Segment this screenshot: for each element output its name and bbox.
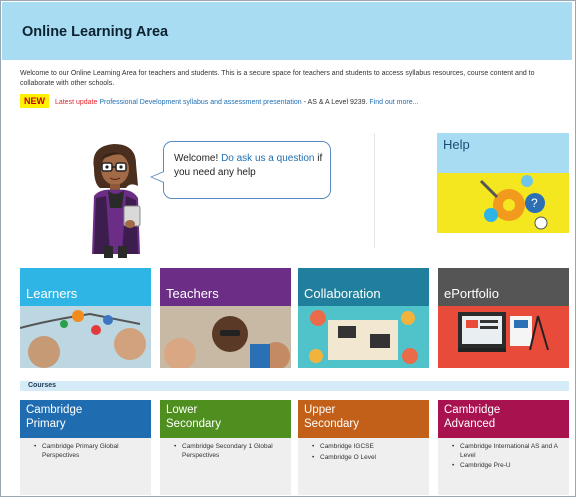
tile-label: Learners <box>26 286 78 301</box>
course-lower-secondary[interactable]: Lower Secondary Cambridge Secondary 1 Gl… <box>160 400 291 495</box>
course-item-link[interactable]: Cambridge Primary Global Perspectives <box>34 443 151 460</box>
header-banner: Online Learning Area <box>2 2 572 60</box>
courses-heading-bar: Courses <box>20 381 569 391</box>
tile-learners[interactable]: Learners <box>19 268 151 368</box>
find-out-more-link[interactable]: Find out more... <box>369 99 418 106</box>
wrench-icon <box>479 179 499 199</box>
eportfolio-illustration <box>438 306 569 368</box>
new-badge: NEW <box>20 94 49 108</box>
tile-collaboration[interactable]: Collaboration <box>298 268 429 368</box>
courses-heading: Courses <box>28 382 57 389</box>
welcome-greeting: Welcome! <box>174 153 219 164</box>
speech-bubble-tail-inner <box>152 172 164 182</box>
course-list: Cambridge Primary Global Perspectives <box>20 443 151 462</box>
divider <box>374 133 375 248</box>
intro-text: Welcome to our Online Learning Area for … <box>20 70 535 87</box>
course-title-line1: Upper <box>304 404 336 416</box>
tile-teachers[interactable]: Teachers <box>160 268 291 370</box>
course-list: Cambridge IGCSE Cambridge O Level <box>298 443 429 464</box>
course-upper-secondary[interactable]: Upper Secondary Cambridge IGCSE Cambridg… <box>298 400 429 495</box>
avatar-character-icon <box>92 144 141 258</box>
course-cambridge-advanced[interactable]: Cambridge Advanced Cambridge Internation… <box>438 400 569 495</box>
course-title-line1: Lower <box>166 404 198 416</box>
tile-eportfolio[interactable]: ePortfolio <box>438 268 569 368</box>
course-title-line1: Cambridge <box>26 404 83 416</box>
help-tile[interactable]: Help ? <box>437 133 569 233</box>
course-title-line2: Primary <box>26 418 66 430</box>
latest-update-label: Latest update <box>54 99 98 106</box>
ask-question-link[interactable]: Do ask us a question <box>221 153 314 164</box>
tile-label: Collaboration <box>304 286 381 301</box>
course-list: Cambridge Secondary 1 Global Perspective… <box>160 443 291 462</box>
course-list: Cambridge International AS and A Level C… <box>438 443 569 473</box>
course-header[interactable]: Upper Secondary <box>298 400 429 438</box>
course-header[interactable]: Cambridge Primary <box>20 400 151 438</box>
collaboration-illustration <box>298 306 429 368</box>
course-item-link[interactable]: Cambridge International AS and A Level <box>452 443 569 460</box>
bulb-icon <box>484 208 498 222</box>
course-item-link[interactable]: Cambridge IGCSE <box>312 443 429 452</box>
welcome-speech-bubble: Welcome! Do ask us a question if you nee… <box>163 141 331 199</box>
course-title-line1: Cambridge <box>444 404 501 416</box>
news-detail: - AS & A Level 9239. <box>303 99 368 106</box>
help-illustration: ? <box>437 173 569 233</box>
course-item-link[interactable]: Cambridge O Level <box>312 454 429 463</box>
news-line: NEW Latest update Professional Developme… <box>20 94 418 109</box>
svg-text:?: ? <box>531 196 538 210</box>
course-cambridge-primary[interactable]: Cambridge Primary Cambridge Primary Glob… <box>20 400 151 495</box>
news-link[interactable]: Professional Development syllabus and as… <box>99 99 301 106</box>
course-title-line2: Advanced <box>444 418 496 430</box>
clock-icon <box>534 216 548 230</box>
course-title-line2: Secondary <box>166 418 221 430</box>
course-header[interactable]: Lower Secondary <box>160 400 291 438</box>
tile-label: ePortfolio <box>444 286 499 301</box>
course-item-link[interactable]: Cambridge Secondary 1 Global Perspective… <box>174 443 291 460</box>
help-title: Help <box>443 137 470 152</box>
teachers-photo <box>160 306 291 370</box>
course-header[interactable]: Cambridge Advanced <box>438 400 569 438</box>
page-title: Online Learning Area <box>22 24 169 40</box>
globe-icon <box>521 175 533 187</box>
learners-photo <box>19 306 151 368</box>
course-title-line2: Secondary <box>304 418 359 430</box>
tile-label: Teachers <box>166 286 219 301</box>
course-item-link[interactable]: Cambridge Pre-U <box>452 462 569 471</box>
